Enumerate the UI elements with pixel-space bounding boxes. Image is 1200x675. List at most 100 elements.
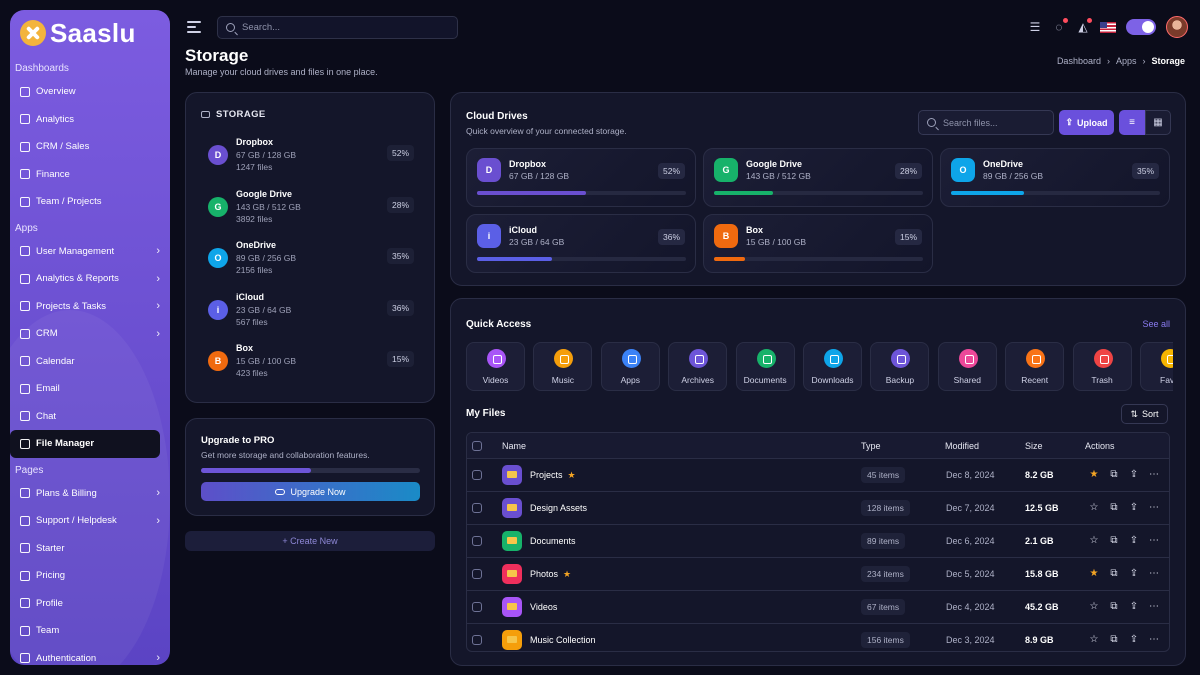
us-flag-icon[interactable] — [1100, 21, 1116, 33]
drive-card[interactable]: O OneDrive 89 GB / 256 GB 35% — [940, 148, 1170, 207]
sidebar-item-authentication[interactable]: Authentication › — [10, 645, 170, 666]
copy-icon[interactable]: ⧉ — [1108, 634, 1120, 646]
copy-icon[interactable]: ⧉ — [1108, 601, 1120, 613]
breadcrumb-apps[interactable]: Apps — [1116, 56, 1137, 66]
create-new-button[interactable]: + Create New — [185, 531, 435, 551]
grid-view-button[interactable]: ▦ — [1145, 110, 1171, 135]
storage-item[interactable]: O OneDrive 89 GB / 256 GB 2156 files 35% — [208, 238, 414, 283]
sidebar-item-chat[interactable]: Chat — [10, 403, 170, 431]
row-checkbox[interactable] — [472, 503, 482, 513]
drive-card[interactable]: G Google Drive 143 GB / 512 GB 28% — [703, 148, 933, 207]
storage-item[interactable]: i iCloud 23 GB / 64 GB 567 files 36% — [208, 290, 414, 335]
table-row[interactable]: Music Collection 156 items Dec 3, 2024 8.9 … — [467, 623, 1169, 651]
table-row[interactable]: Design Assets 128 items Dec 7, 2024 12.5 GB… — [467, 491, 1169, 524]
column-type[interactable]: Type — [861, 433, 881, 458]
menu-toggle-button[interactable] — [187, 21, 201, 36]
quick-access-documents[interactable]: Documents — [735, 342, 795, 391]
share-icon[interactable]: ⇪ — [1128, 601, 1140, 613]
sidebar-item-finance[interactable]: Finance — [10, 161, 170, 189]
upgrade-now-button[interactable]: Upgrade Now — [201, 482, 420, 501]
sidebar-item-overview[interactable]: Overview — [10, 78, 170, 106]
column-size[interactable]: Size — [1025, 433, 1043, 458]
search-files-input[interactable]: Search files... — [918, 110, 1054, 135]
favorite-star-icon[interactable]: ☆ — [1088, 601, 1100, 613]
quick-access-shared[interactable]: Shared — [937, 342, 997, 391]
copy-icon[interactable]: ⧉ — [1108, 535, 1120, 547]
sidebar-item-analytics-reports[interactable]: Analytics & Reports › — [10, 265, 170, 293]
favorite-star-icon[interactable]: ☆ — [1088, 535, 1100, 547]
drive-card[interactable]: B Box 15 GB / 100 GB 15% — [703, 214, 933, 273]
share-icon[interactable]: ⇪ — [1128, 634, 1140, 646]
upload-button[interactable]: ⇪ Upload — [1059, 110, 1114, 135]
column-name[interactable]: Name — [502, 433, 526, 458]
quick-access-favo[interactable]: Favo — [1140, 342, 1173, 391]
sidebar-item-calendar[interactable]: Calendar — [10, 348, 170, 376]
share-icon[interactable]: ⇪ — [1128, 568, 1140, 580]
share-icon[interactable]: ⇪ — [1128, 502, 1140, 514]
sidebar-item-crm-sales[interactable]: CRM / Sales — [10, 133, 170, 161]
quick-access-videos[interactable]: Videos — [466, 342, 525, 391]
sort-button[interactable]: ⇅ Sort — [1121, 404, 1168, 424]
quick-access-backup[interactable]: Backup — [870, 342, 930, 391]
quick-access-trash[interactable]: Trash — [1072, 342, 1132, 391]
table-row[interactable]: Projects ★ 45 items Dec 8, 2024 8.2 GB ★ ⧉ ⇪ ⋯ — [467, 458, 1169, 491]
storage-item[interactable]: B Box 15 GB / 100 GB 423 files 15% — [208, 341, 414, 386]
sidebar-item-profile[interactable]: Profile — [10, 590, 170, 618]
quick-access-archives[interactable]: Archives — [668, 342, 728, 391]
sidebar-item-file-manager[interactable]: File Manager — [10, 430, 160, 458]
file-name[interactable]: Videos — [530, 602, 557, 612]
favorite-star-icon[interactable]: ☆ — [1088, 634, 1100, 646]
sidebar-item-pricing[interactable]: Pricing — [10, 562, 170, 590]
quick-access-music[interactable]: Music — [533, 342, 593, 391]
more-icon[interactable]: ⋯ — [1148, 502, 1160, 514]
more-icon[interactable]: ⋯ — [1148, 469, 1160, 481]
storage-item[interactable]: D Dropbox 67 GB / 128 GB 1247 files 52% — [208, 135, 414, 180]
see-all-link[interactable]: See all — [1142, 319, 1170, 329]
bell-icon[interactable]: ◭ — [1076, 18, 1092, 34]
quick-access-apps[interactable]: Apps — [600, 342, 660, 391]
more-icon[interactable]: ⋯ — [1148, 568, 1160, 580]
avatar[interactable] — [1166, 16, 1188, 38]
drive-card[interactable]: D Dropbox 67 GB / 128 GB 52% — [466, 148, 696, 207]
favorite-star-icon[interactable]: ☆ — [1088, 502, 1100, 514]
copy-icon[interactable]: ⧉ — [1108, 469, 1120, 481]
sidebar-item-plans-billing[interactable]: Plans & Billing › — [10, 480, 170, 508]
sidebar-item-user-management[interactable]: User Management › — [10, 238, 170, 266]
column-modified[interactable]: Modified — [945, 433, 979, 458]
select-all-checkbox[interactable] — [472, 440, 482, 451]
copy-icon[interactable]: ⧉ — [1108, 502, 1120, 514]
sidebar-item-crm[interactable]: CRM › — [10, 320, 170, 348]
search-input[interactable]: Search... — [217, 16, 458, 39]
sidebar-item-team[interactable]: Team — [10, 617, 170, 645]
drive-card[interactable]: i iCloud 23 GB / 64 GB 36% — [466, 214, 696, 273]
row-checkbox[interactable] — [472, 569, 482, 579]
file-name[interactable]: Photos — [530, 569, 558, 579]
settings-sliders-icon[interactable]: ☰ — [1028, 20, 1042, 34]
file-name[interactable]: Documents — [530, 536, 576, 546]
quick-access-recent[interactable]: Recent — [1005, 342, 1065, 391]
theme-toggle[interactable] — [1126, 19, 1156, 35]
copy-icon[interactable]: ⧉ — [1108, 568, 1120, 580]
brand[interactable]: Saaslu — [10, 10, 170, 56]
sidebar-item-projects-tasks[interactable]: Projects & Tasks › — [10, 293, 170, 321]
sidebar-item-analytics[interactable]: Analytics — [10, 106, 170, 134]
quick-access-downloads[interactable]: Downloads — [803, 342, 862, 391]
row-checkbox[interactable] — [472, 635, 482, 645]
row-checkbox[interactable] — [472, 470, 482, 480]
sidebar-item-team-projects[interactable]: Team / Projects — [10, 188, 170, 216]
file-name[interactable]: Design Assets — [530, 503, 587, 513]
more-icon[interactable]: ⋯ — [1148, 601, 1160, 613]
row-checkbox[interactable] — [472, 602, 482, 612]
list-view-button[interactable]: ≡ — [1119, 110, 1145, 135]
more-icon[interactable]: ⋯ — [1148, 634, 1160, 646]
sidebar-item-starter[interactable]: Starter — [10, 535, 170, 563]
table-row[interactable]: Photos ★ 234 items Dec 5, 2024 15.8 GB ★ ⧉ ⇪ ⋯ — [467, 557, 1169, 590]
table-row[interactable]: Documents 89 items Dec 6, 2024 2.1 GB ☆ ⧉ ⇪ ⋯ — [467, 524, 1169, 557]
chat-icon[interactable]: ◌ — [1052, 18, 1068, 34]
favorite-star-icon[interactable]: ★ — [1088, 469, 1100, 481]
table-row[interactable]: Videos 67 items Dec 4, 2024 45.2 GB ☆ ⧉ ⇪ ⋯ — [467, 590, 1169, 623]
sidebar-item-support-helpdesk[interactable]: Support / Helpdesk › — [10, 507, 170, 535]
file-name[interactable]: Projects — [530, 470, 563, 480]
favorite-star-icon[interactable]: ★ — [1088, 568, 1100, 580]
row-checkbox[interactable] — [472, 536, 482, 546]
